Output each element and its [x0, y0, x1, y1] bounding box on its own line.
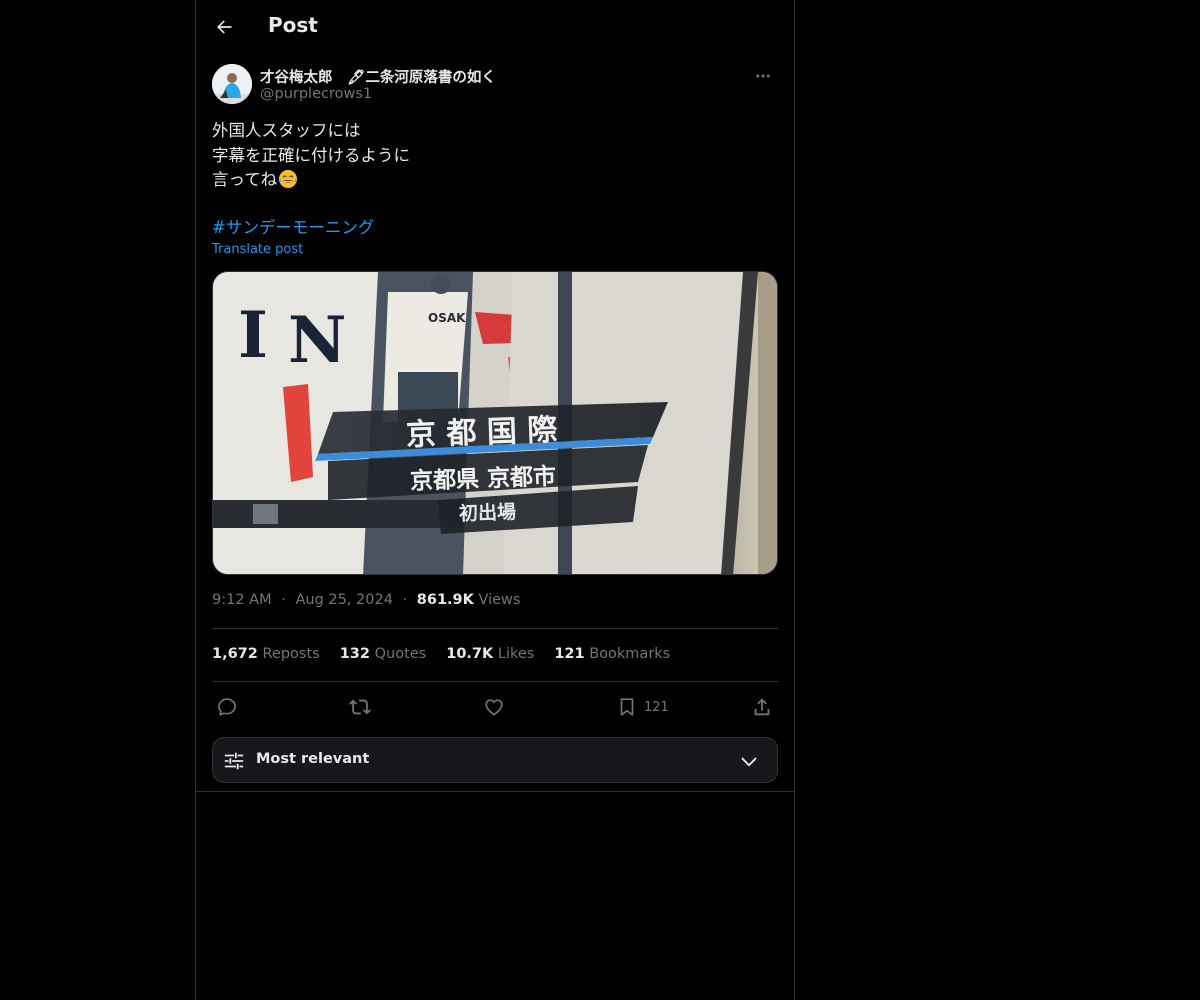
like-button[interactable] [483, 694, 505, 720]
sort-label: Most relevant [256, 751, 370, 767]
bookmark-button[interactable]: 121 [616, 694, 669, 720]
meta-separator: · [402, 592, 408, 608]
divider [196, 791, 794, 792]
bookmarks-count: 121 [554, 646, 585, 662]
tweet-line-text: 言ってね [212, 170, 278, 189]
post-date[interactable]: Aug 25, 2024 [295, 592, 393, 608]
reposts-label: Reposts [262, 646, 320, 662]
author-row: 才谷梅太郎 🖋二条河原落書の如く @purplecrows1 [212, 64, 778, 106]
post-column: Post 才谷梅太郎 🖋二条河原落書の如く @purplecrows1 外国人ス… [195, 0, 795, 1000]
share-icon [754, 698, 770, 716]
reply-button[interactable] [216, 694, 238, 720]
sliders-icon [224, 752, 244, 770]
svg-text:N: N [288, 303, 347, 378]
tweet-text: 外国人スタッフには 字幕を正確に付けるように 言ってね [212, 119, 778, 193]
reposts-stat[interactable]: 1,672 Reposts [212, 646, 320, 662]
svg-text:OSAK: OSAK [428, 311, 466, 325]
repost-button[interactable] [349, 694, 371, 720]
meta-separator: · [281, 592, 286, 608]
chevron-down-icon [741, 757, 757, 767]
svg-text:I: I [238, 298, 268, 373]
author-display-name[interactable]: 才谷梅太郎 🖋二条河原落書の如く [260, 66, 496, 87]
reply-sort-dropdown[interactable]: Most relevant [212, 737, 778, 783]
post-meta: 9:12 AM · Aug 25, 2024 · 861.9K Views [212, 592, 520, 608]
action-bar: 121 [212, 694, 778, 720]
views-count: 861.9K [416, 592, 474, 608]
avatar[interactable] [212, 64, 252, 104]
divider [212, 628, 778, 629]
bookmarks-label: Bookmarks [589, 646, 671, 662]
tweet-line: 外国人スタッフには [212, 121, 361, 140]
share-button[interactable] [751, 694, 773, 720]
quotes-stat[interactable]: 132 Quotes [340, 646, 427, 662]
hashtag-link[interactable]: #サンデーモーニング [212, 214, 374, 238]
header: Post [196, 0, 794, 54]
tv-screen-photo: I N OSAK 京 都 国 際 京都県 京都市 初出場 [213, 272, 777, 574]
arrow-left-icon [217, 20, 232, 34]
tweet-line: 字幕を正確に付けるように [212, 145, 410, 165]
post-time[interactable]: 9:12 AM [212, 592, 272, 608]
divider [212, 681, 778, 682]
author-handle[interactable]: @purplecrows1 [260, 86, 372, 102]
more-options-button[interactable] [748, 64, 778, 88]
quotes-label: Quotes [374, 646, 427, 662]
tweet-media-image[interactable]: I N OSAK 京 都 国 際 京都県 京都市 初出場 [212, 271, 778, 575]
bookmark-count: 121 [644, 699, 669, 715]
repost-icon [349, 699, 371, 715]
views-label: Views [478, 592, 521, 608]
media-chyron-location: 京都県 京都市 [410, 463, 557, 495]
likes-stat[interactable]: 10.7K Likes [446, 646, 534, 662]
page-title: Post [268, 13, 318, 37]
more-horizontal-icon [756, 74, 770, 78]
tweet-line: 言ってね [212, 168, 778, 193]
likes-label: Likes [497, 646, 535, 662]
media-chyron-title: 京 都 国 際 [405, 413, 557, 453]
heart-icon [485, 699, 503, 716]
reply-icon [218, 698, 236, 716]
translate-post-link[interactable]: Translate post [212, 242, 303, 257]
back-button[interactable] [208, 11, 240, 43]
likes-count: 10.7K [446, 646, 494, 662]
bookmarks-stat[interactable]: 121 Bookmarks [554, 646, 670, 662]
media-chyron-note: 初出場 [459, 500, 517, 525]
reposts-count: 1,672 [212, 646, 258, 662]
bookmark-icon [620, 698, 634, 716]
engagement-stats: 1,672 Reposts 132 Quotes 10.7K Likes 121… [212, 646, 670, 662]
quotes-count: 132 [339, 646, 370, 662]
tears-of-joy-emoji-icon [279, 170, 298, 188]
